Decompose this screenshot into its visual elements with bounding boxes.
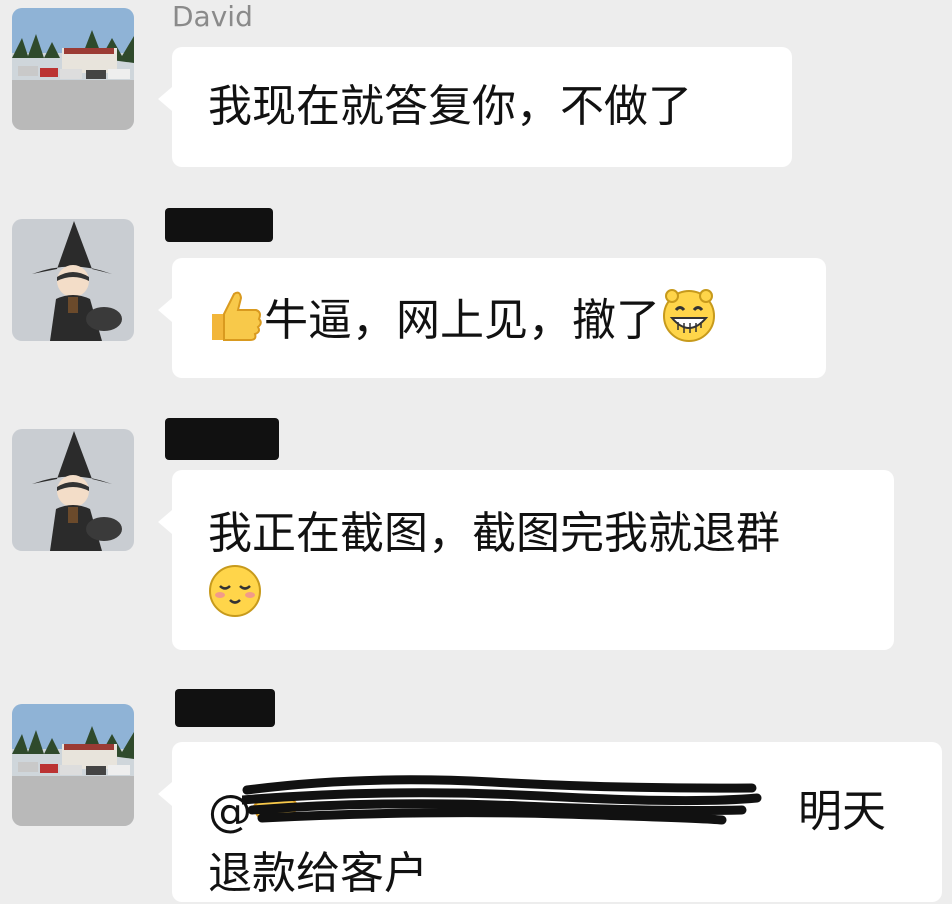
message-text-line1: 明天	[798, 786, 886, 837]
message-bubble[interactable]: 我现在就答复你，不做了	[158, 47, 792, 167]
chat-message-4: @ 明天 退款给客户	[0, 685, 952, 902]
message-bubble[interactable]: @ 明天 退款给客户	[158, 742, 942, 902]
chat-message-2: 牛逼，网上见，撤了	[0, 200, 952, 390]
avatar-witch[interactable]	[12, 219, 134, 341]
avatar-parking-lot[interactable]	[12, 704, 134, 826]
thumbs-up-emoji	[206, 288, 264, 358]
redacted-sender-name	[175, 689, 275, 727]
message-text: 牛逼，网上见，撤了	[264, 295, 660, 346]
message-text-line2: 退款给客户	[208, 848, 428, 899]
message-bubble[interactable]: 牛逼，网上见，撤了	[158, 258, 826, 378]
grinning-emoji	[660, 288, 718, 358]
chat-message-3: 我正在截图，截图完我就退群	[0, 410, 952, 665]
avatar-witch[interactable]	[12, 429, 134, 551]
redaction-scribble	[242, 775, 762, 825]
avatar-parking-lot[interactable]	[12, 8, 134, 130]
shy-smile-emoji	[208, 564, 262, 634]
redacted-sender-name	[165, 208, 273, 242]
message-text: 我正在截图，截图完我就退群	[208, 508, 780, 559]
chat-message-1: David 我现在就答复你，不做了	[0, 0, 952, 200]
message-text: 我现在就答复你，不做了	[208, 81, 692, 132]
message-bubble[interactable]: 我正在截图，截图完我就退群	[158, 470, 894, 650]
redacted-sender-name	[165, 418, 279, 460]
sender-name: David	[172, 0, 253, 33]
